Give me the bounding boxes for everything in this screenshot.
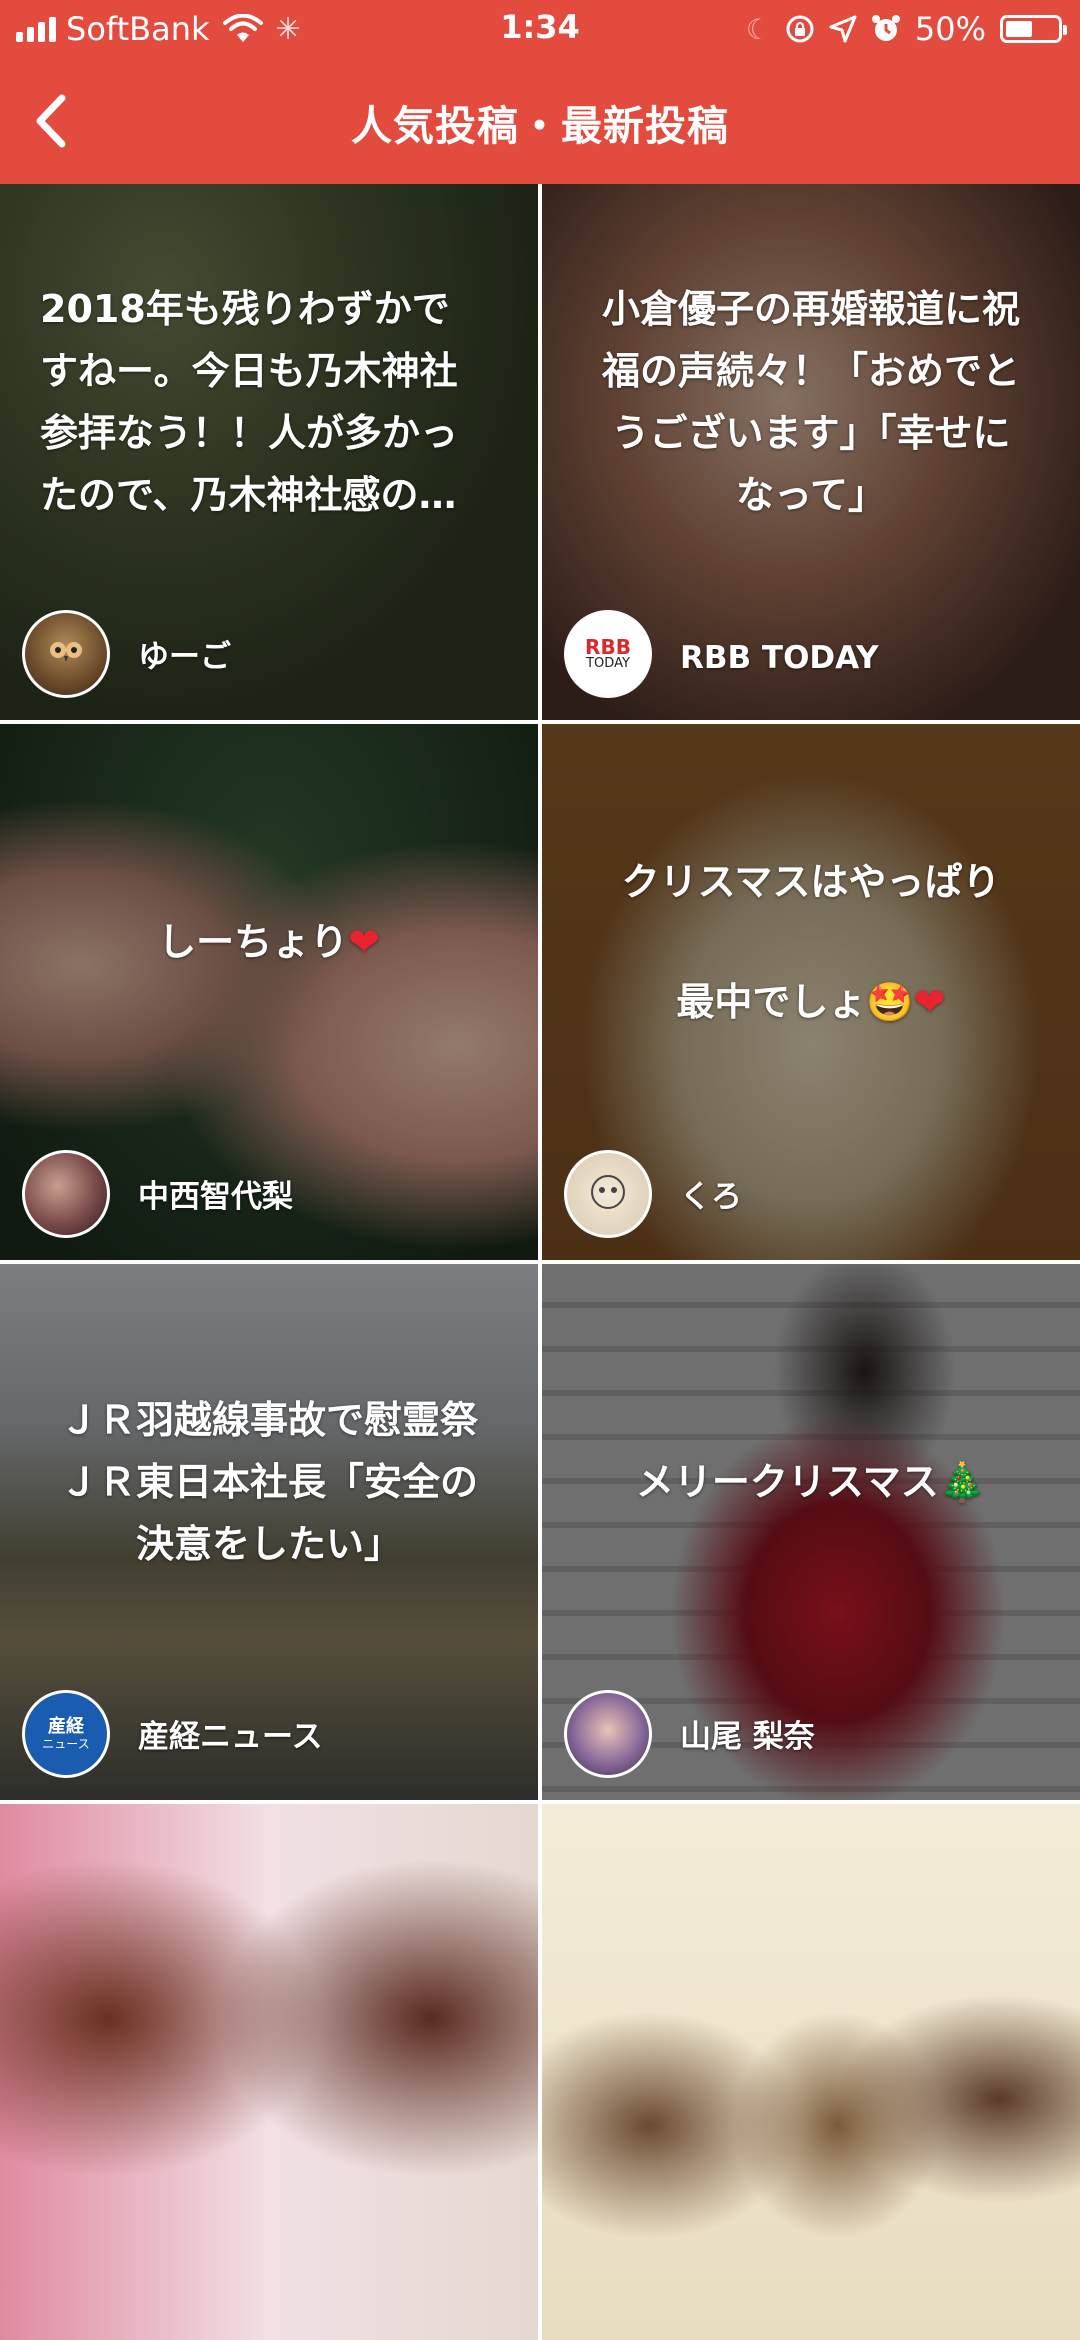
post-text: しーちょり xyxy=(158,920,349,964)
user-photo-avatar xyxy=(564,1690,652,1778)
user-photo-avatar xyxy=(22,1150,110,1238)
christmas-tree-emoji-icon: 🎄 xyxy=(938,1460,987,1504)
post-image xyxy=(542,1804,1080,2340)
post-tile[interactable]: しーちょり❤ 中西智代梨 xyxy=(0,724,538,1260)
post-author: ゆーご xyxy=(138,639,231,675)
post-tile[interactable] xyxy=(542,1804,1080,2340)
post-author: 山尾 梨奈 xyxy=(680,1719,815,1755)
nav-bar: 人気投稿・最新投稿 xyxy=(0,58,1080,184)
post-text: 2018年も残りわずかで すねー。今日も乃木神社 参拝なう！！人が多かっ たので… xyxy=(40,287,459,517)
post-image xyxy=(0,1804,538,2340)
post-tile[interactable] xyxy=(0,1804,538,2340)
post-tile[interactable]: クリスマスはやっぱり 最中でしょ🤩❤ くろ xyxy=(542,724,1080,1260)
post-tile[interactable]: 2018年も残りわずかで すねー。今日も乃木神社 参拝なう！！人が多かっ たので… xyxy=(0,184,538,720)
rotation-lock-icon xyxy=(786,15,814,43)
posts-grid: 2018年も残りわずかで すねー。今日も乃木神社 参拝なう！！人が多かっ たので… xyxy=(0,184,1080,2340)
owl-avatar xyxy=(22,610,110,698)
battery-icon xyxy=(1000,15,1067,43)
status-bar: SoftBank ✳ 1:34 ☾ 50% xyxy=(0,0,1080,58)
post-author: くろ xyxy=(680,1179,742,1215)
sankei-news-logo: 産経 ニュース xyxy=(22,1690,110,1778)
alarm-icon xyxy=(871,15,900,41)
post-author: 産経ニュース xyxy=(138,1719,323,1755)
post-text: 小倉優子の再婚報道に祝 福の声続々！「おめでと うございます」「幸せに なって」 xyxy=(601,287,1020,517)
star-eyes-heart-emoji-icon: 🤩❤ xyxy=(866,980,946,1024)
heart-emoji-icon: ❤ xyxy=(348,920,380,964)
location-icon xyxy=(829,15,857,43)
post-tile[interactable]: ＪＲ羽越線事故で慰霊祭 ＪＲ東日本社長「安全の 決意をしたい」 産経 ニュース … xyxy=(0,1264,538,1800)
post-author: 中西智代梨 xyxy=(138,1179,293,1215)
post-author: RBB TODAY xyxy=(680,640,879,676)
moon-icon: ☾ xyxy=(745,12,771,46)
post-text: ＪＲ羽越線事故で慰霊祭 ＪＲ東日本社長「安全の 決意をしたい」 xyxy=(59,1398,478,1566)
rbb-today-logo: RBB TODAY xyxy=(564,610,652,698)
post-tile[interactable]: 小倉優子の再婚報道に祝 福の声続々！「おめでと うございます」「幸せに なって」… xyxy=(542,184,1080,720)
post-tile[interactable]: メリークリスマス🎄 山尾 梨奈 xyxy=(542,1264,1080,1800)
battery-percent: 50% xyxy=(914,10,986,48)
illustration-avatar xyxy=(564,1150,652,1238)
page-title: 人気投稿・最新投稿 xyxy=(351,102,729,150)
post-text: メリークリスマス xyxy=(635,1460,939,1504)
